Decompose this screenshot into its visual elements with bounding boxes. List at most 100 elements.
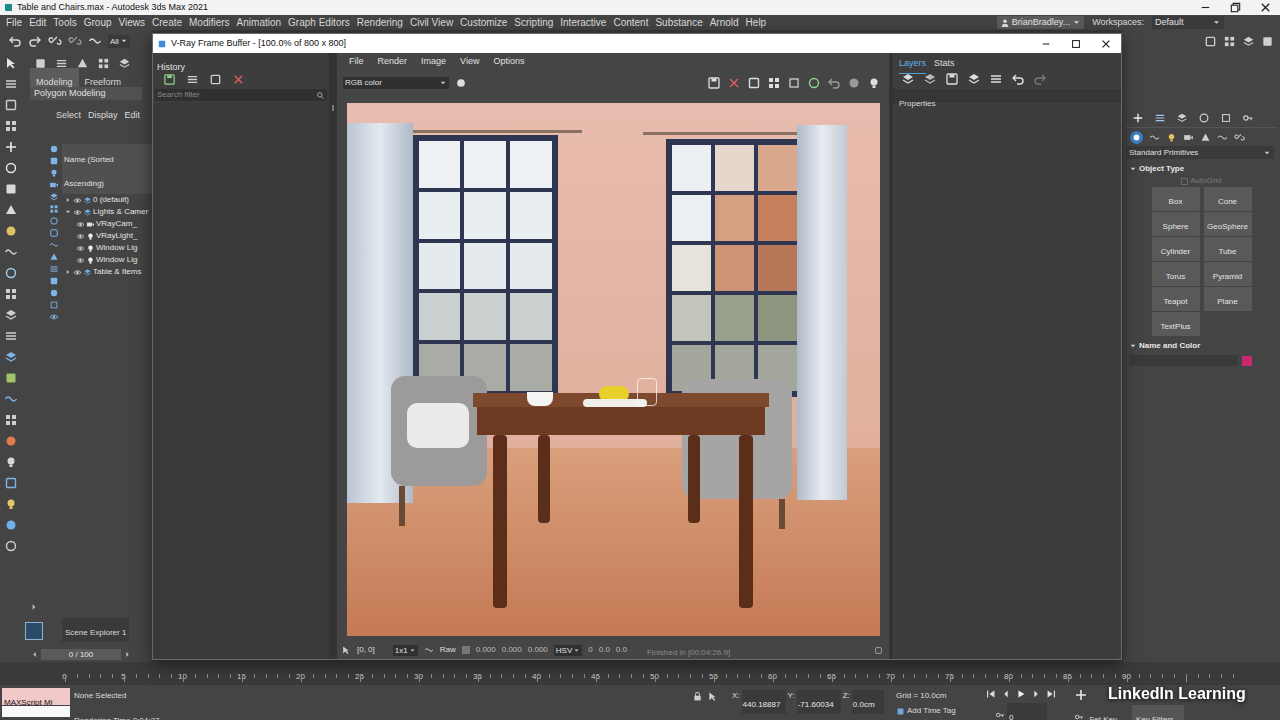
timeline[interactable]: 051015202530354045505560657075808590 bbox=[0, 662, 1280, 685]
render-teapot-icon[interactable] bbox=[867, 76, 881, 90]
display-icon[interactable] bbox=[1220, 112, 1232, 124]
menu-item[interactable]: Modifiers bbox=[189, 15, 230, 30]
array-icon[interactable] bbox=[97, 57, 110, 70]
channel-dropdown[interactable]: RGB color bbox=[343, 77, 449, 89]
autogrid-option[interactable]: AutoGrid bbox=[1126, 175, 1277, 187]
tree-row[interactable]: 0 (default) bbox=[62, 194, 152, 206]
expand-panel-icon[interactable] bbox=[29, 602, 39, 612]
render-setup-icon[interactable] bbox=[4, 455, 18, 469]
fit-icon[interactable] bbox=[787, 76, 801, 90]
rollout-toggle-icon[interactable] bbox=[1129, 165, 1137, 173]
menu-item[interactable]: Help bbox=[746, 15, 767, 30]
active-shade-icon[interactable] bbox=[4, 518, 18, 532]
vfb-menu-item[interactable]: Render bbox=[378, 53, 408, 69]
expand-toggle-icon[interactable] bbox=[64, 208, 72, 216]
render-image[interactable] bbox=[347, 103, 880, 636]
primitive-button[interactable]: GeoSphere bbox=[1204, 212, 1252, 236]
primitive-button[interactable]: Sphere bbox=[1152, 212, 1200, 236]
snap-icon[interactable] bbox=[4, 245, 18, 259]
layer-load-icon[interactable] bbox=[967, 72, 981, 86]
motion-icon[interactable] bbox=[1198, 112, 1210, 124]
vfb-menu-item[interactable]: Options bbox=[493, 53, 524, 69]
visibility-eye-icon[interactable] bbox=[73, 208, 82, 217]
explorer-filter-15-icon[interactable] bbox=[49, 312, 59, 322]
explorer-menu-item[interactable]: Edit bbox=[125, 106, 141, 124]
lights-icon[interactable] bbox=[1166, 132, 1177, 143]
helpers-icon[interactable] bbox=[1200, 132, 1211, 143]
explorer-menu-item[interactable]: Select bbox=[56, 106, 81, 124]
menu-item[interactable]: Views bbox=[119, 15, 146, 30]
move-icon[interactable] bbox=[4, 140, 18, 154]
isolate-icon[interactable] bbox=[4, 539, 18, 553]
maxscript-output[interactable] bbox=[2, 706, 70, 717]
pick-pixel-icon[interactable] bbox=[341, 645, 351, 655]
vfb-window[interactable]: V-Ray Frame Buffer - [100.0% of 800 x 80… bbox=[152, 33, 1122, 660]
explorer-filter-14-icon[interactable] bbox=[49, 300, 59, 310]
autogrid-checkbox[interactable] bbox=[1181, 178, 1188, 185]
unlink-icon[interactable] bbox=[68, 34, 82, 48]
geometry-icon[interactable] bbox=[1130, 131, 1143, 144]
rotate-icon[interactable] bbox=[4, 161, 18, 175]
modify-icon[interactable] bbox=[1154, 112, 1166, 124]
set-key-button[interactable]: Set Key bbox=[1087, 705, 1119, 720]
visibility-eye-icon[interactable] bbox=[76, 244, 85, 253]
menu-item[interactable]: Graph Editors bbox=[288, 15, 350, 30]
close-icon[interactable] bbox=[1091, 38, 1121, 50]
current-frame-field[interactable]: 0 bbox=[1007, 703, 1047, 720]
lens-effects-icon[interactable] bbox=[847, 76, 861, 90]
selection-lock-icon[interactable] bbox=[692, 691, 703, 702]
layer-add-icon[interactable] bbox=[923, 72, 937, 86]
select-object-icon[interactable] bbox=[4, 56, 18, 70]
curve-editor-icon[interactable] bbox=[4, 392, 18, 406]
primitive-button[interactable]: Cone bbox=[1204, 187, 1252, 211]
menu-item[interactable]: Scripting bbox=[514, 15, 553, 30]
tree-row[interactable]: Window Lig bbox=[62, 254, 152, 266]
primitive-button[interactable]: TextPlus bbox=[1152, 312, 1200, 336]
align-icon[interactable] bbox=[4, 329, 18, 343]
vfb-title-bar[interactable]: V-Ray Frame Buffer - [100.0% of 800 x 80… bbox=[153, 34, 1121, 53]
maxscript-listener[interactable]: MAXScript Mi bbox=[2, 688, 70, 705]
window-crossing-icon[interactable] bbox=[4, 119, 18, 133]
go-to-start-icon[interactable] bbox=[985, 688, 997, 700]
vfb-menu-item[interactable]: File bbox=[349, 53, 364, 69]
menu-item[interactable]: Tools bbox=[53, 15, 76, 30]
menu-item[interactable]: Customize bbox=[460, 15, 507, 30]
next-frame-icon[interactable] bbox=[1030, 688, 1042, 700]
add-time-tag[interactable]: Add Time Tag bbox=[896, 705, 976, 717]
visibility-eye-icon[interactable] bbox=[73, 196, 82, 205]
menu-item[interactable]: Substance bbox=[655, 15, 702, 30]
color-picker-icon[interactable] bbox=[424, 645, 434, 655]
absolute-mode-icon[interactable] bbox=[707, 691, 718, 702]
close-icon[interactable] bbox=[1250, 1, 1280, 14]
vfb-menu-item[interactable]: Image bbox=[421, 53, 446, 69]
explorer-filter-11-icon[interactable] bbox=[49, 264, 59, 274]
vfb-menu-item[interactable]: View bbox=[460, 53, 479, 69]
key-mode-toggle-icon[interactable] bbox=[1074, 712, 1084, 720]
schematic-icon[interactable] bbox=[4, 413, 18, 427]
visibility-eye-icon[interactable] bbox=[76, 232, 85, 241]
layer-undo-icon[interactable] bbox=[1011, 72, 1025, 86]
expand-toggle-icon[interactable] bbox=[64, 268, 72, 276]
systems-icon[interactable] bbox=[1234, 132, 1245, 143]
explorer-filter-5-icon[interactable] bbox=[49, 192, 59, 202]
primitive-button[interactable]: Torus bbox=[1152, 262, 1200, 286]
color-mode-icon[interactable] bbox=[455, 77, 467, 89]
visibility-eye-icon[interactable] bbox=[76, 220, 85, 229]
quick-access-3-icon[interactable] bbox=[1242, 35, 1255, 48]
menu-item[interactable]: Civil View bbox=[410, 15, 453, 30]
time-slider[interactable]: 0 / 100 bbox=[0, 646, 152, 662]
tree-row[interactable]: VRayLight_ bbox=[62, 230, 152, 242]
rollout-toggle-icon[interactable] bbox=[1129, 342, 1137, 350]
color-mode-dropdown[interactable]: HSV bbox=[554, 645, 582, 656]
primitive-button[interactable]: Tube bbox=[1204, 237, 1252, 261]
minimize-icon[interactable] bbox=[1190, 1, 1220, 14]
explorer-filter-9-icon[interactable] bbox=[49, 240, 59, 250]
menu-item[interactable]: File bbox=[6, 15, 22, 30]
tree-row[interactable]: Window Lig bbox=[62, 242, 152, 254]
graphite-icon[interactable] bbox=[4, 371, 18, 385]
primitive-button[interactable]: Teapot bbox=[1152, 287, 1200, 311]
explorer-tab[interactable]: Scene Explorer 1 bbox=[62, 618, 129, 642]
explorer-filter-2-icon[interactable] bbox=[49, 156, 59, 166]
toggle-ribbon-icon[interactable] bbox=[118, 57, 131, 70]
explorer-filter-12-icon[interactable] bbox=[49, 276, 59, 286]
